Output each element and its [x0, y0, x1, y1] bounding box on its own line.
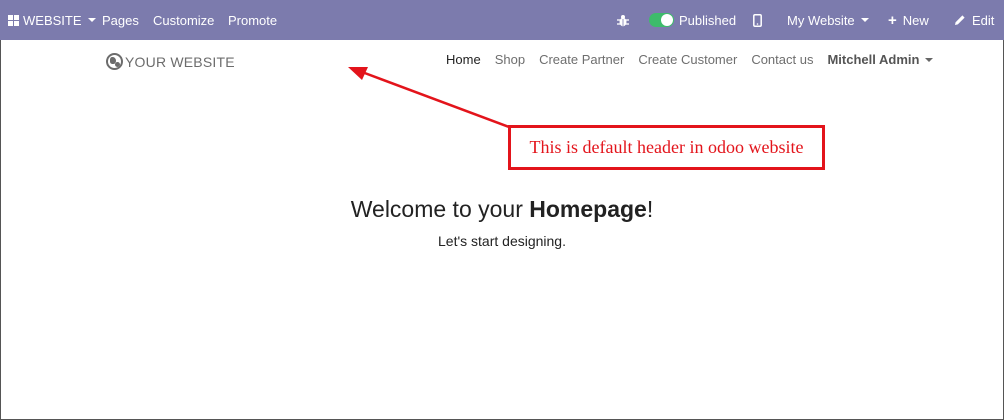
annotation-callout: This is default header in odoo website — [508, 125, 825, 170]
annotation-arrow — [348, 67, 510, 129]
